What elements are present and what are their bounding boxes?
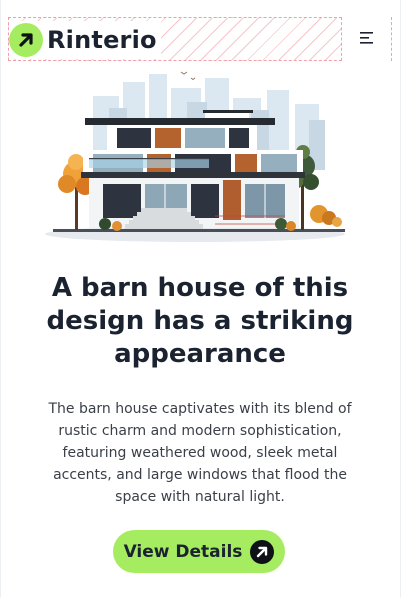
frame-edge-right [400, 0, 401, 597]
arrow-up-right-icon [250, 539, 275, 564]
arrow-up-right-icon [9, 23, 43, 57]
hamburger-menu-icon [359, 30, 375, 49]
hero-description: The barn house captivates with its blend… [48, 401, 352, 505]
frame-edge-left [0, 0, 1, 597]
view-details-button[interactable]: View Details [113, 530, 285, 573]
site-header: Rinterio [8, 17, 392, 61]
view-details-label: View Details [123, 541, 243, 562]
brand-name: Rinterio [47, 26, 157, 54]
modern-house-illustration [45, 68, 355, 253]
brand-logo[interactable]: Rinterio [9, 21, 161, 59]
menu-button[interactable] [341, 17, 391, 61]
page-title: A barn house of this design has a striki… [46, 273, 354, 369]
